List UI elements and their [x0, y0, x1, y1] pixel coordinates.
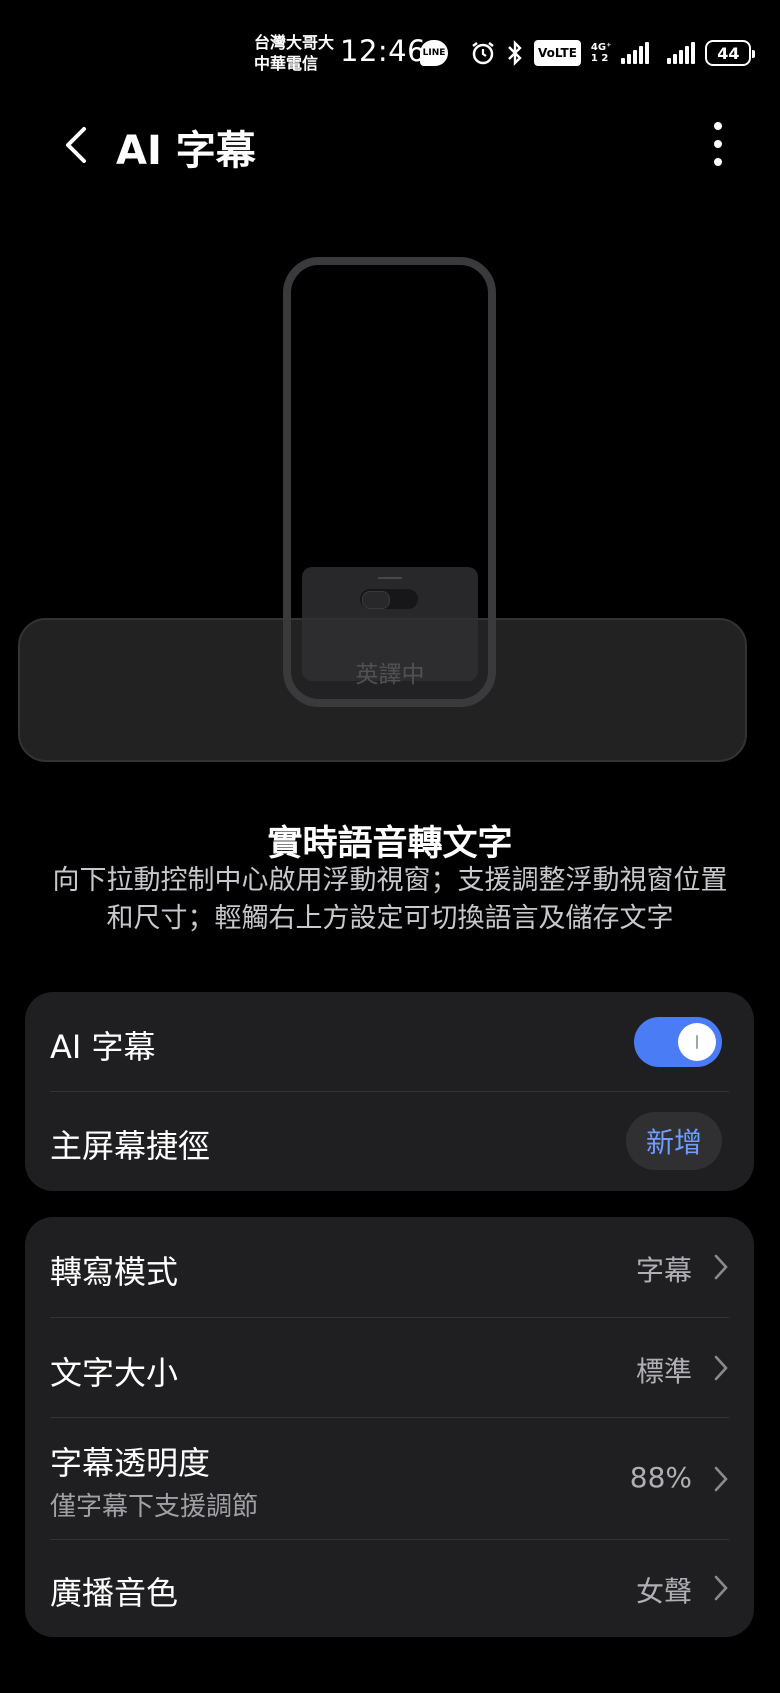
battery-level: 44 — [717, 43, 740, 63]
chevron-right-icon — [714, 1254, 728, 1280]
row-label: 文字大小 — [50, 1354, 179, 1392]
home-shortcut-label: 主屏幕捷徑 — [50, 1127, 211, 1165]
chevron-right-icon — [714, 1575, 728, 1601]
more-options-button[interactable] — [700, 116, 736, 172]
page-title: AI 字幕 — [116, 128, 256, 174]
row-sublabel: 僅字幕下支援調節 — [50, 1492, 259, 1522]
volte-icon: VoLTE — [534, 40, 581, 66]
settings-row-text-size[interactable]: 文字大小 標準 — [25, 1318, 754, 1417]
battery-icon: 44 — [705, 40, 756, 66]
network-type-label: 4G⁺ — [590, 42, 612, 53]
row-value: 女聲 — [635, 1575, 692, 1608]
row-value: 88% — [629, 1461, 692, 1494]
more-dot-icon — [714, 122, 722, 130]
feature-illustration: 英譯中 — [0, 240, 780, 770]
chevron-right-icon — [714, 1466, 728, 1492]
home-shortcut-row[interactable]: 主屏幕捷徑 新增 — [25, 1092, 754, 1191]
app-header: AI 字幕 — [0, 110, 780, 180]
signal-icon-2 — [667, 42, 696, 64]
settings-card-main: AI 字幕 主屏幕捷徑 新增 — [25, 992, 754, 1191]
row-label: 廣播音色 — [50, 1574, 179, 1612]
row-label: 字幕透明度 — [50, 1444, 211, 1482]
toggle-knob — [678, 1023, 716, 1061]
settings-card-options: 轉寫模式 字幕 文字大小 標準 字幕透明度 僅字幕下支援調節 88% 廣播音色 … — [25, 1217, 754, 1637]
feature-title: 實時語音轉文字 — [267, 824, 513, 864]
back-arrow-icon — [66, 127, 86, 163]
line-notification-icon: LINE — [420, 40, 448, 66]
phone-outline-illustration — [283, 257, 496, 707]
row-label: 轉寫模式 — [50, 1253, 179, 1291]
status-icons: VoLTE 4G⁺ 1 2 44 — [470, 36, 756, 70]
chevron-right-icon — [714, 1355, 728, 1381]
status-time: 12:46 — [340, 34, 427, 68]
carrier-2: 中華電信 — [254, 54, 319, 73]
settings-row-broadcast-voice[interactable]: 廣播音色 女聲 — [25, 1540, 754, 1637]
more-dot-icon — [714, 140, 722, 148]
signal-icon — [621, 42, 650, 64]
ai-subtitle-toggle[interactable] — [634, 1017, 722, 1067]
add-shortcut-button[interactable]: 新增 — [626, 1112, 722, 1170]
back-button[interactable] — [56, 120, 96, 170]
carrier-names: 台灣大哥大 中華電信 — [254, 32, 334, 74]
settings-row-transcription-mode[interactable]: 轉寫模式 字幕 — [25, 1217, 754, 1317]
bluetooth-icon — [506, 40, 524, 66]
status-bar: 台灣大哥大 中華電信 12:46 LINE VoLTE 4G⁺ 1 2 44 — [0, 0, 780, 100]
settings-row-subtitle-opacity[interactable]: 字幕透明度 僅字幕下支援調節 88% — [25, 1418, 754, 1539]
carrier-1: 台灣大哥大 — [254, 33, 335, 52]
row-value: 標準 — [635, 1355, 692, 1388]
alarm-icon — [470, 40, 496, 66]
ai-subtitle-row[interactable]: AI 字幕 — [25, 992, 754, 1091]
sim-numbers: 1 2 — [590, 53, 609, 64]
ai-subtitle-label: AI 字幕 — [50, 1028, 156, 1066]
row-value: 字幕 — [635, 1254, 692, 1287]
feature-description: 向下拉動控制中心啟用浮動視窗；支援調整浮動視窗位置和尺寸；輕觸右上方設定可切換語… — [52, 865, 728, 934]
network-type: 4G⁺ 1 2 — [591, 42, 611, 64]
more-dot-icon — [714, 158, 722, 166]
